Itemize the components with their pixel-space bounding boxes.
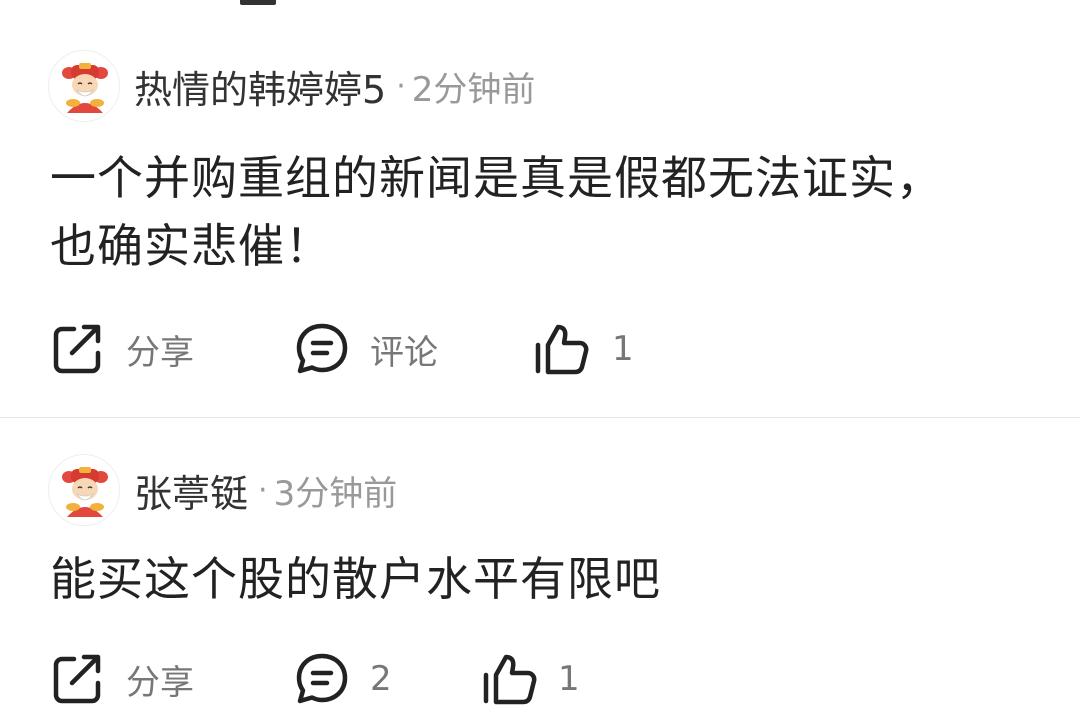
comment-text: 能买这个股的散户水平有限吧 xyxy=(50,545,1010,613)
divider xyxy=(0,417,1080,418)
separator-dot: · xyxy=(258,472,268,508)
comment-button[interactable]: 评论 xyxy=(294,319,438,379)
username[interactable]: 张葶铤 xyxy=(134,463,248,518)
fortune-god-icon xyxy=(50,52,119,121)
comment-item: 热情的韩婷婷5 · 2分钟前 一个并购重组的新闻是真是假都无法证实， 也确实悲催… xyxy=(0,0,1080,418)
share-label: 分享 xyxy=(126,662,194,703)
comment-text-line: 也确实悲催！ xyxy=(50,219,332,273)
share-icon xyxy=(53,654,101,704)
comment-icon xyxy=(296,653,348,704)
avatar[interactable] xyxy=(48,454,120,526)
timestamp: 2分钟前 xyxy=(411,69,536,110)
comment-button[interactable]: 2 xyxy=(294,649,392,709)
avatar[interactable] xyxy=(48,50,120,122)
comment-text: 一个并购重组的新闻是真是假都无法证实， 也确实悲催！ xyxy=(50,144,1010,280)
share-button[interactable]: 分享 xyxy=(50,319,194,379)
comment-icon xyxy=(296,323,348,374)
comment-text-line: 一个并购重组的新闻是真是假都无法证实， xyxy=(50,151,943,205)
share-label: 分享 xyxy=(126,332,194,373)
separator-dot: · xyxy=(396,68,406,104)
like-count: 1 xyxy=(558,659,580,699)
thumbs-up-icon xyxy=(483,654,537,705)
comment-label: 评论 xyxy=(370,332,438,373)
comment-header: 热情的韩婷婷5 · 2分钟前 xyxy=(48,49,535,123)
comment-header: 张葶铤 · 3分钟前 xyxy=(48,453,397,527)
comment-count: 2 xyxy=(370,659,392,699)
like-button[interactable]: 1 xyxy=(482,649,580,709)
share-button[interactable]: 分享 xyxy=(50,649,194,709)
comment-item: 张葶铤 · 3分钟前 能买这个股的散户水平有限吧 分享 2 1 xyxy=(0,419,1080,710)
comment-text-line: 能买这个股的散户水平有限吧 xyxy=(50,552,661,606)
action-bar: 分享 评论 1 xyxy=(50,319,950,379)
fortune-god-icon xyxy=(50,456,119,525)
thumbs-up-icon xyxy=(535,324,589,375)
username[interactable]: 热情的韩婷婷5 xyxy=(134,59,386,114)
like-count: 1 xyxy=(612,329,634,369)
share-icon xyxy=(53,324,101,374)
action-bar: 分享 2 1 xyxy=(50,649,950,709)
timestamp: 3分钟前 xyxy=(273,473,398,514)
like-button[interactable]: 1 xyxy=(534,319,634,379)
